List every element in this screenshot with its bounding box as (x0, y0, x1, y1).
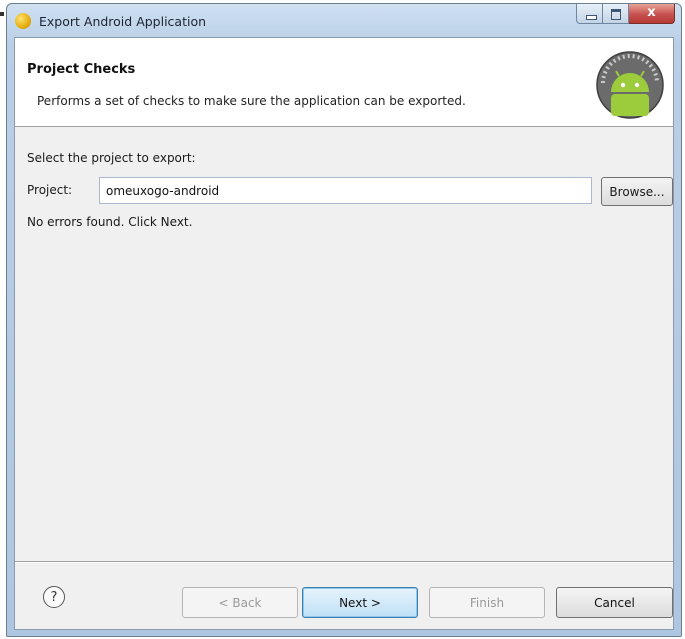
select-project-label: Select the project to export: (27, 151, 196, 165)
status-message: No errors found. Click Next. (27, 215, 193, 229)
maximize-button[interactable] (603, 4, 629, 24)
window-title: Export Android Application (39, 14, 207, 29)
dialog-client-area: Project Checks Performs a set of checks … (14, 37, 674, 630)
title-bar[interactable]: Export Android Application x (7, 4, 681, 38)
close-icon: x (647, 5, 656, 20)
next-button[interactable]: Next > (302, 587, 418, 618)
cancel-button[interactable]: Cancel (556, 587, 673, 618)
browse-button[interactable]: Browse... (601, 177, 673, 206)
back-button[interactable]: < Back (182, 587, 298, 618)
bullet-marker (0, 12, 4, 16)
project-input[interactable] (99, 177, 592, 204)
help-button[interactable]: ? (43, 586, 65, 608)
android-icon (596, 51, 664, 119)
finish-button[interactable]: Finish (429, 587, 545, 618)
wizard-header: Project Checks Performs a set of checks … (15, 38, 673, 127)
eclipse-app-icon (15, 13, 31, 29)
maximize-icon (611, 9, 621, 20)
dialog-window: Export Android Application x Project Che… (6, 3, 682, 637)
help-icon: ? (50, 589, 58, 605)
minimize-icon (586, 15, 597, 20)
page-description: Performs a set of checks to make sure th… (37, 94, 466, 108)
window-controls: x (576, 4, 675, 24)
project-label: Project: (27, 183, 73, 197)
footer-divider (15, 561, 673, 563)
close-button[interactable]: x (629, 4, 675, 24)
page-title: Project Checks (27, 62, 136, 77)
minimize-button[interactable] (576, 4, 603, 24)
